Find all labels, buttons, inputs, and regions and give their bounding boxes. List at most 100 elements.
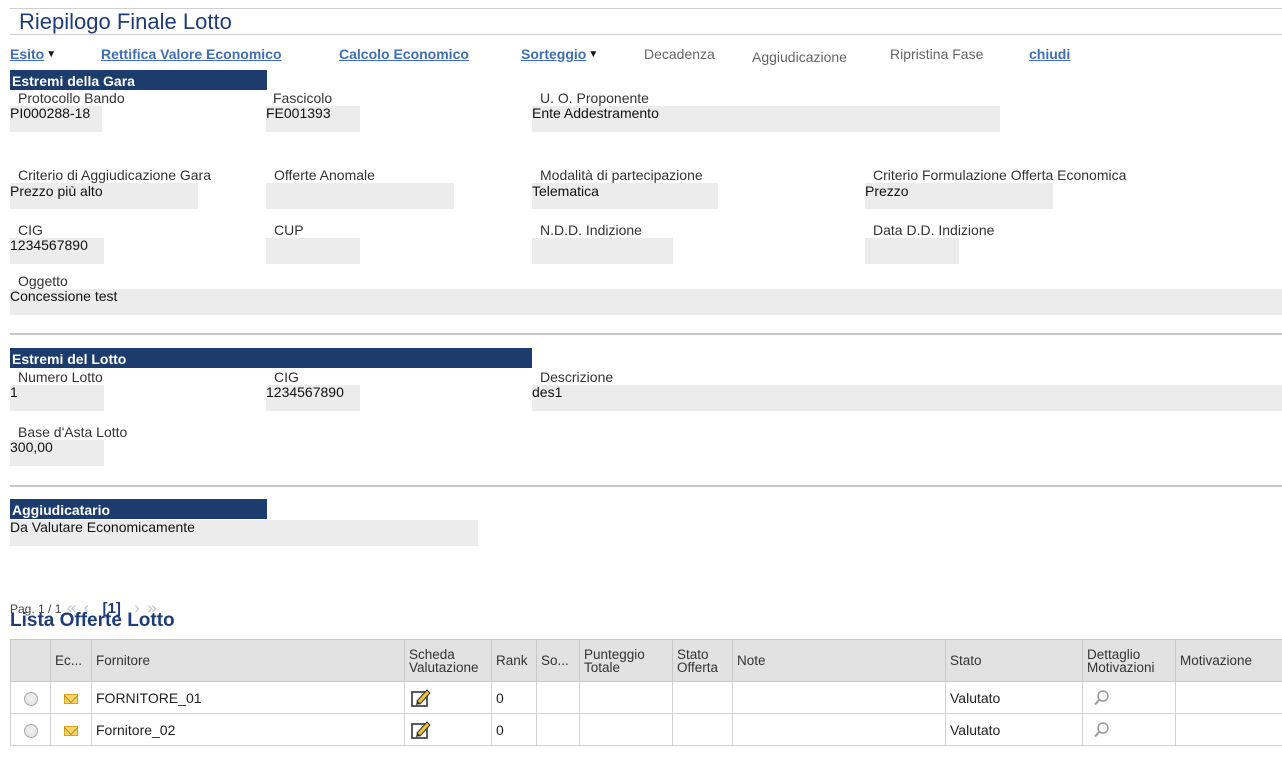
criterio-aggiudicazione-label: Criterio di Aggiudicazione Gara [18, 167, 211, 183]
row-radio-button[interactable] [23, 723, 38, 738]
col-so[interactable]: So... [536, 639, 580, 682]
col-scheda-line2: Valutazione [409, 659, 479, 675]
section-divider [10, 333, 1282, 335]
row-rank: 0 [491, 713, 537, 746]
title-divider [10, 34, 1282, 35]
table-header-row: Ec... Fornitore Scheda Valutazione Rank S… [10, 639, 1282, 682]
numero-lotto-field [10, 385, 104, 411]
col-punteggio-line2: Totale [584, 659, 621, 675]
caret-down-icon: ▼ [588, 49, 599, 60]
data-dd-indizione-field [865, 238, 959, 264]
section-aggiudicatario: Aggiudicatario [10, 499, 267, 519]
sorteggio-menu[interactable]: Sorteggio ▼ [521, 46, 598, 62]
row-dettaglio-cell [1082, 681, 1176, 714]
aggiudicazione-action[interactable]: Aggiudicazione [752, 49, 847, 65]
sorteggio-label: Sorteggio [521, 46, 587, 62]
uo-proponente-value: Ente Addestramento [532, 105, 659, 121]
oggetto-label: Oggetto [18, 273, 68, 289]
row-stato-offerta [672, 713, 733, 746]
decadenza-action[interactable]: Decadenza [644, 46, 715, 62]
chiudi-link[interactable]: chiudi [1029, 46, 1070, 62]
descrizione-label: Descrizione [540, 369, 614, 385]
page-title: Riepilogo Finale Lotto [19, 9, 232, 34]
row-punteggio [579, 713, 673, 746]
aggiudicatario-value: Da Valutare Economicamente [10, 519, 195, 535]
row-so [536, 713, 580, 746]
envelope-icon[interactable] [64, 725, 78, 736]
col-stato-offerta[interactable]: Stato Offerta [672, 639, 733, 682]
section-estremi-gara: Estremi della Gara [10, 70, 267, 90]
calcolo-economico-link[interactable]: Calcolo Economico [339, 46, 469, 62]
row-stato: Valutato [945, 713, 1083, 746]
col-select [10, 639, 51, 682]
caret-down-icon: ▼ [46, 49, 57, 60]
criterio-formulazione-value: Prezzo [865, 183, 909, 199]
ndd-indizione-field [532, 238, 673, 264]
row-ec-cell [50, 713, 92, 746]
cup-label: CUP [274, 222, 304, 238]
ripristina-fase-action[interactable]: Ripristina Fase [890, 46, 983, 62]
col-stato-offerta-line2: Offerta [677, 659, 719, 675]
col-motivazione[interactable]: Motivazione [1175, 639, 1282, 682]
list-title: Lista Offerte Lotto [10, 610, 175, 631]
criterio-aggiudicazione-value: Prezzo più alto [10, 183, 103, 199]
row-motivazione [1175, 713, 1282, 746]
cig-gara-value: 1234567890 [10, 237, 88, 253]
row-motivazione [1175, 681, 1282, 714]
row-radio-button[interactable] [23, 691, 38, 706]
uo-proponente-label: U. O. Proponente [540, 90, 649, 106]
descrizione-field [532, 385, 1282, 411]
row-scheda-cell [404, 713, 492, 746]
base-asta-label: Base d'Asta Lotto [18, 424, 128, 440]
row-stato: Valutato [945, 681, 1083, 714]
esito-label: Esito [10, 46, 45, 62]
criterio-formulazione-label: Criterio Formulazione Offerta Economica [873, 167, 1127, 183]
col-stato[interactable]: Stato [945, 639, 1083, 682]
rettifica-valore-economico-link[interactable]: Rettifica Valore Economico [101, 46, 282, 62]
cig-lotto-label: CIG [274, 369, 299, 385]
row-rank: 0 [491, 681, 537, 714]
offers-table: Ec... Fornitore Scheda Valutazione Rank S… [10, 639, 1282, 746]
base-asta-value: 300,00 [10, 439, 53, 455]
oggetto-value: Concessione test [10, 288, 118, 304]
row-punteggio [579, 681, 673, 714]
row-scheda-cell [404, 681, 492, 714]
magnifier-icon[interactable] [1093, 721, 1111, 739]
modalita-partecipazione-value: Telematica [532, 183, 599, 199]
row-so [536, 681, 580, 714]
modalita-partecipazione-label: Modalità di partecipazione [540, 167, 703, 183]
col-note[interactable]: Note [732, 639, 946, 682]
col-rank[interactable]: Rank [491, 639, 537, 682]
offerte-anomale-field [266, 183, 454, 209]
section-divider [10, 485, 1282, 487]
edit-sheet-icon[interactable] [411, 688, 433, 708]
cig-gara-label: CIG [18, 222, 43, 238]
cup-field [266, 238, 360, 264]
edit-sheet-icon[interactable] [411, 720, 433, 740]
fascicolo-label: Fascicolo [273, 90, 333, 106]
col-scheda-valutazione[interactable]: Scheda Valutazione [404, 639, 492, 682]
data-dd-indizione-label: Data D.D. Indizione [873, 222, 995, 238]
ndd-indizione-label: N.D.D. Indizione [540, 222, 642, 238]
offerte-anomale-label: Offerte Anomale [274, 167, 375, 183]
table-row: FORNITORE_01 0 Valutato [10, 681, 1282, 714]
oggetto-field [10, 289, 1282, 315]
col-ec[interactable]: Ec... [50, 639, 92, 682]
protocollo-bando-label: Protocollo Bando [18, 90, 125, 106]
row-fornitore: FORNITORE_01 [91, 681, 405, 714]
magnifier-icon[interactable] [1093, 689, 1111, 707]
envelope-icon[interactable] [64, 693, 78, 704]
row-fornitore: Fornitore_02 [91, 713, 405, 746]
row-select-cell [10, 681, 51, 714]
col-dettaglio-motivazioni[interactable]: Dettaglio Motivazioni [1082, 639, 1176, 682]
numero-lotto-label: Numero Lotto [18, 369, 103, 385]
esito-menu[interactable]: Esito ▼ [10, 46, 56, 62]
numero-lotto-value: 1 [10, 384, 18, 400]
row-note [732, 681, 946, 714]
row-note [732, 713, 946, 746]
col-punteggio-totale[interactable]: Punteggio Totale [579, 639, 673, 682]
descrizione-value: des1 [532, 384, 563, 400]
col-fornitore[interactable]: Fornitore [91, 639, 405, 682]
section-estremi-lotto: Estremi del Lotto [10, 348, 532, 368]
row-ec-cell [50, 681, 92, 714]
